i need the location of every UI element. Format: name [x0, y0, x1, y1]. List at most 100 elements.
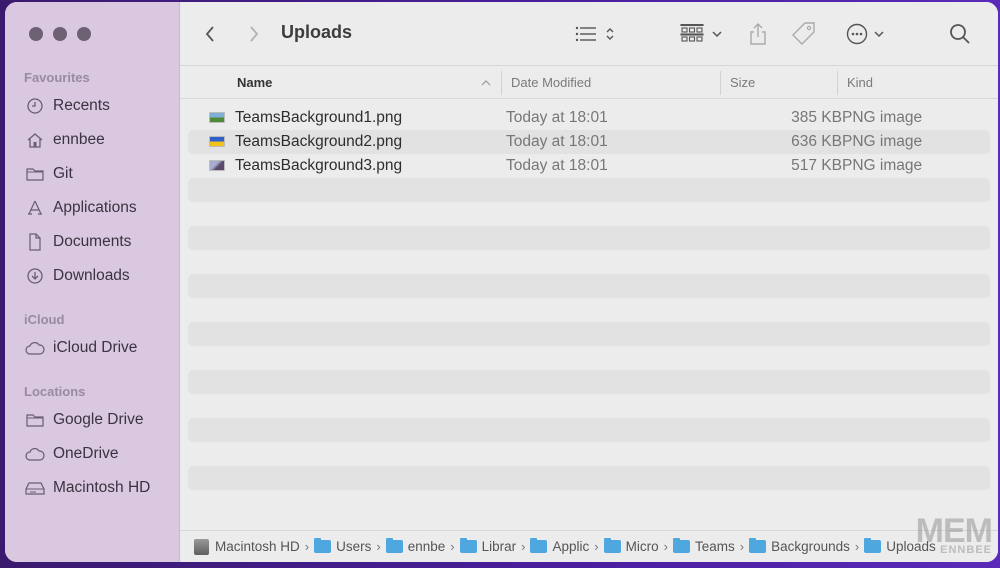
path-separator-icon: ›	[450, 539, 455, 554]
path-item-teams[interactable]: Teams	[672, 538, 735, 554]
image-thumbnail-icon	[209, 112, 225, 123]
ellipsis-circle-icon	[846, 23, 868, 45]
folder-icon	[25, 164, 45, 184]
path-item-macintosh-hd[interactable]: Macintosh HD	[194, 538, 300, 555]
column-divider[interactable]	[720, 71, 721, 95]
sidebar-item-onedrive[interactable]: OneDrive	[25, 442, 118, 466]
sidebar-item-macintosh-hd[interactable]: Macintosh HD	[25, 476, 150, 500]
window-title: Uploads	[281, 22, 353, 42]
view-list-button[interactable]	[570, 22, 620, 46]
sidebar-item-applications[interactable]: Applications	[25, 196, 137, 220]
sidebar-item-google-drive[interactable]: Google Drive	[25, 408, 143, 432]
grid-view-icon	[680, 24, 704, 42]
path-separator-icon: ›	[376, 539, 381, 554]
empty-row	[188, 202, 990, 226]
empty-row	[188, 466, 990, 490]
empty-row	[188, 322, 990, 346]
file-kind: PNG image	[842, 157, 923, 174]
file-name: TeamsBackground2.png	[235, 133, 403, 150]
empty-row	[188, 490, 990, 514]
sidebar-item-downloads[interactable]: Downloads	[25, 264, 130, 288]
path-bar: Macintosh HD › Users › ennbe › Librar › …	[180, 530, 998, 562]
sidebar-section-icloud: iCloud	[24, 312, 65, 327]
file-date-modified: Today at 18:01	[506, 133, 608, 150]
folder-icon	[864, 538, 882, 553]
chevron-right-icon	[250, 26, 259, 42]
more-actions-button[interactable]	[842, 22, 888, 46]
column-header-bar: Name Date Modified Size Kind	[180, 67, 998, 99]
file-row[interactable]: TeamsBackground2.png Today at 18:01 636 …	[188, 130, 990, 154]
back-button[interactable]	[198, 22, 222, 46]
clock-icon	[25, 96, 45, 116]
file-date-modified: Today at 18:01	[506, 157, 608, 174]
search-icon	[950, 24, 970, 44]
list-view-icon	[575, 26, 596, 42]
window-controls	[29, 27, 91, 41]
document-icon	[25, 232, 45, 252]
folder-icon	[749, 538, 767, 553]
path-item-users[interactable]: Users	[314, 538, 371, 554]
sidebar: Favourites Recents ennbee Git Applicatio…	[5, 2, 180, 562]
close-window-button[interactable]	[29, 27, 43, 41]
file-name: TeamsBackground1.png	[235, 109, 403, 126]
file-date-modified: Today at 18:01	[506, 109, 608, 126]
empty-row	[188, 250, 990, 274]
sidebar-item-git[interactable]: Git	[25, 162, 73, 186]
image-thumbnail-icon	[209, 160, 225, 171]
main-pane: Uploads Name Date Modified Size Kind Tea…	[180, 2, 998, 562]
column-header-size[interactable]: Size	[730, 67, 755, 99]
folder-icon	[385, 538, 403, 553]
file-row[interactable]: TeamsBackground1.png Today at 18:01 385 …	[188, 106, 990, 130]
chevron-down-icon	[712, 31, 722, 38]
empty-row	[188, 394, 990, 418]
column-header-kind[interactable]: Kind	[847, 67, 873, 99]
path-separator-icon: ›	[304, 539, 310, 554]
sidebar-item-icloud-drive[interactable]: iCloud Drive	[25, 336, 137, 360]
tag-button[interactable]	[790, 20, 818, 48]
share-icon	[750, 23, 766, 45]
empty-row	[188, 418, 990, 442]
share-button[interactable]	[746, 20, 770, 48]
disk-icon	[25, 478, 45, 498]
applications-icon	[25, 198, 45, 218]
path-item-ennbee[interactable]: ennbe	[385, 538, 445, 554]
path-item-application-support[interactable]: Applic	[530, 538, 589, 554]
column-header-name[interactable]: Name	[237, 67, 272, 99]
file-kind: PNG image	[842, 109, 923, 126]
path-item-library[interactable]: Librar	[459, 538, 516, 554]
empty-row	[188, 370, 990, 394]
empty-row	[188, 346, 990, 370]
sidebar-item-documents[interactable]: Documents	[25, 230, 131, 254]
folder-icon	[530, 538, 548, 553]
zoom-window-button[interactable]	[77, 27, 91, 41]
file-size: 636 KB	[791, 133, 842, 150]
file-size: 385 KB	[791, 109, 842, 126]
path-item-backgrounds[interactable]: Backgrounds	[749, 538, 850, 554]
path-item-microsoft[interactable]: Micro	[603, 538, 659, 554]
file-name: TeamsBackground3.png	[235, 157, 403, 174]
cloud-icon	[25, 444, 45, 464]
forward-button[interactable]	[242, 22, 266, 46]
search-button[interactable]	[948, 22, 972, 46]
minimize-window-button[interactable]	[53, 27, 67, 41]
disk-icon	[194, 538, 209, 555]
sidebar-item-recents[interactable]: Recents	[25, 94, 110, 118]
group-by-button[interactable]	[677, 22, 725, 46]
chevron-left-icon	[205, 26, 214, 42]
column-divider[interactable]	[501, 71, 502, 95]
folder-icon	[672, 538, 690, 553]
column-divider[interactable]	[837, 71, 838, 95]
column-header-date-modified[interactable]: Date Modified	[511, 67, 591, 99]
empty-row	[188, 274, 990, 298]
empty-row	[188, 442, 990, 466]
tag-icon	[792, 22, 815, 45]
file-kind: PNG image	[842, 133, 923, 150]
file-size: 517 KB	[791, 157, 842, 174]
path-separator-icon: ›	[854, 539, 860, 554]
finder-window: Favourites Recents ennbee Git Applicatio…	[5, 2, 998, 562]
watermark-logo: MEM ENNBEE	[915, 512, 993, 556]
file-row[interactable]: TeamsBackground3.png Today at 18:01 517 …	[188, 154, 990, 178]
file-list: TeamsBackground1.png Today at 18:01 385 …	[188, 106, 990, 514]
sidebar-item-ennbee[interactable]: ennbee	[25, 128, 105, 152]
path-separator-icon: ›	[594, 539, 599, 554]
